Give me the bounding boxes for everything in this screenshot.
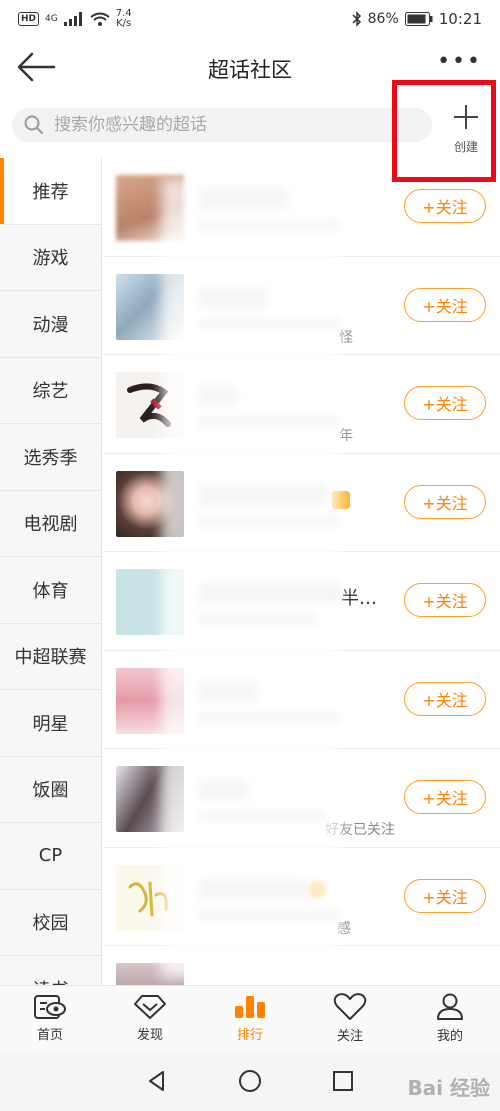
- sidebar-item-sports[interactable]: 体育: [0, 557, 101, 624]
- sidebar-item-talent-show[interactable]: 选秀季: [0, 424, 101, 491]
- search-box[interactable]: [12, 108, 432, 142]
- battery-icon: [404, 12, 433, 26]
- bar-chart-icon: [235, 996, 265, 1018]
- follow-button[interactable]: +关注: [404, 583, 486, 617]
- status-bar: HD 4G 7.4 K/s 86% 10:21: [0, 0, 500, 38]
- hd-badge: HD: [18, 12, 40, 26]
- tab-me[interactable]: 我的: [400, 986, 500, 1051]
- sidebar-item-games[interactable]: 游戏: [0, 225, 101, 291]
- tab-label: 发现: [136, 1028, 163, 1043]
- tab-following[interactable]: 关注: [300, 986, 400, 1051]
- signal-label: 4G: [45, 14, 58, 24]
- topic-title-fragment: 半…: [341, 588, 377, 609]
- sidebar-item-cp[interactable]: CP: [0, 823, 101, 890]
- follow-button[interactable]: +关注: [404, 878, 486, 913]
- follow-button[interactable]: +关注: [404, 287, 486, 322]
- search-icon: [24, 115, 43, 134]
- sidebar-item-variety[interactable]: 综艺: [0, 358, 101, 424]
- clock: 10:21: [438, 10, 482, 28]
- tab-label: 关注: [336, 1029, 363, 1044]
- follow-button[interactable]: +关注: [404, 189, 486, 223]
- sidebar-item-campus[interactable]: 校园: [0, 890, 101, 956]
- tab-home[interactable]: 首页: [0, 986, 100, 1051]
- sidebar-item-celebrity[interactable]: 明星: [0, 690, 101, 757]
- sidebar-item-tv-drama[interactable]: 电视剧: [0, 491, 101, 557]
- home-feed-icon: [34, 995, 66, 1019]
- sidebar-item-anime[interactable]: 动漫: [0, 291, 101, 358]
- tab-ranking[interactable]: 排行: [200, 986, 300, 1051]
- wifi-icon: [90, 12, 110, 26]
- nav-home-icon[interactable]: [238, 1069, 262, 1093]
- nav-recents-icon[interactable]: [332, 1070, 354, 1092]
- tab-discover[interactable]: 发现: [100, 986, 200, 1051]
- search-input[interactable]: [54, 115, 414, 135]
- net-speed: 7.4 K/s: [115, 8, 132, 29]
- sidebar-item-csl[interactable]: 中超联赛: [0, 624, 101, 690]
- diamond-icon: [134, 995, 166, 1019]
- cell-signal-icon: [63, 12, 82, 26]
- battery-percent: 86%: [367, 11, 399, 27]
- topic-list: +关注 怪 +关注 年 +关注 +关注 半… +关注 +关注 好友已关注 +关注…: [103, 158, 500, 985]
- bluetooth-icon: [352, 11, 361, 27]
- nav-back-icon[interactable]: [146, 1070, 168, 1092]
- watermark-logo: Bai 经验: [407, 1076, 490, 1100]
- tab-label: 排行: [236, 1028, 263, 1043]
- heart-icon: [333, 993, 367, 1020]
- sidebar-item-fandom[interactable]: 饭圈: [0, 757, 101, 823]
- tab-label: 我的: [436, 1029, 463, 1044]
- tab-label: 首页: [36, 1028, 63, 1043]
- follow-button[interactable]: +关注: [404, 780, 486, 814]
- sidebar-item-reading[interactable]: 读书: [0, 956, 101, 985]
- category-sidebar: 推荐 游戏 动漫 综艺 选秀季 电视剧 体育 中超联赛 明星 饭圈 CP 校园 …: [0, 158, 102, 985]
- privacy-blur-overlay: [161, 178, 341, 978]
- more-options-button[interactable]: •••: [437, 51, 482, 73]
- bottom-tab-bar: 首页 发现 排行 关注 我的: [0, 985, 500, 1051]
- follow-button[interactable]: +关注: [404, 386, 486, 420]
- user-icon: [437, 993, 463, 1020]
- system-nav-bar: Bai 经验: [0, 1051, 500, 1111]
- topic-desc-fragment: 年: [339, 428, 353, 444]
- topic-desc-fragment: 怪: [339, 329, 353, 346]
- sidebar-item-recommend[interactable]: 推荐: [0, 158, 101, 225]
- follow-button[interactable]: +关注: [404, 681, 486, 716]
- follow-button[interactable]: +关注: [404, 484, 486, 519]
